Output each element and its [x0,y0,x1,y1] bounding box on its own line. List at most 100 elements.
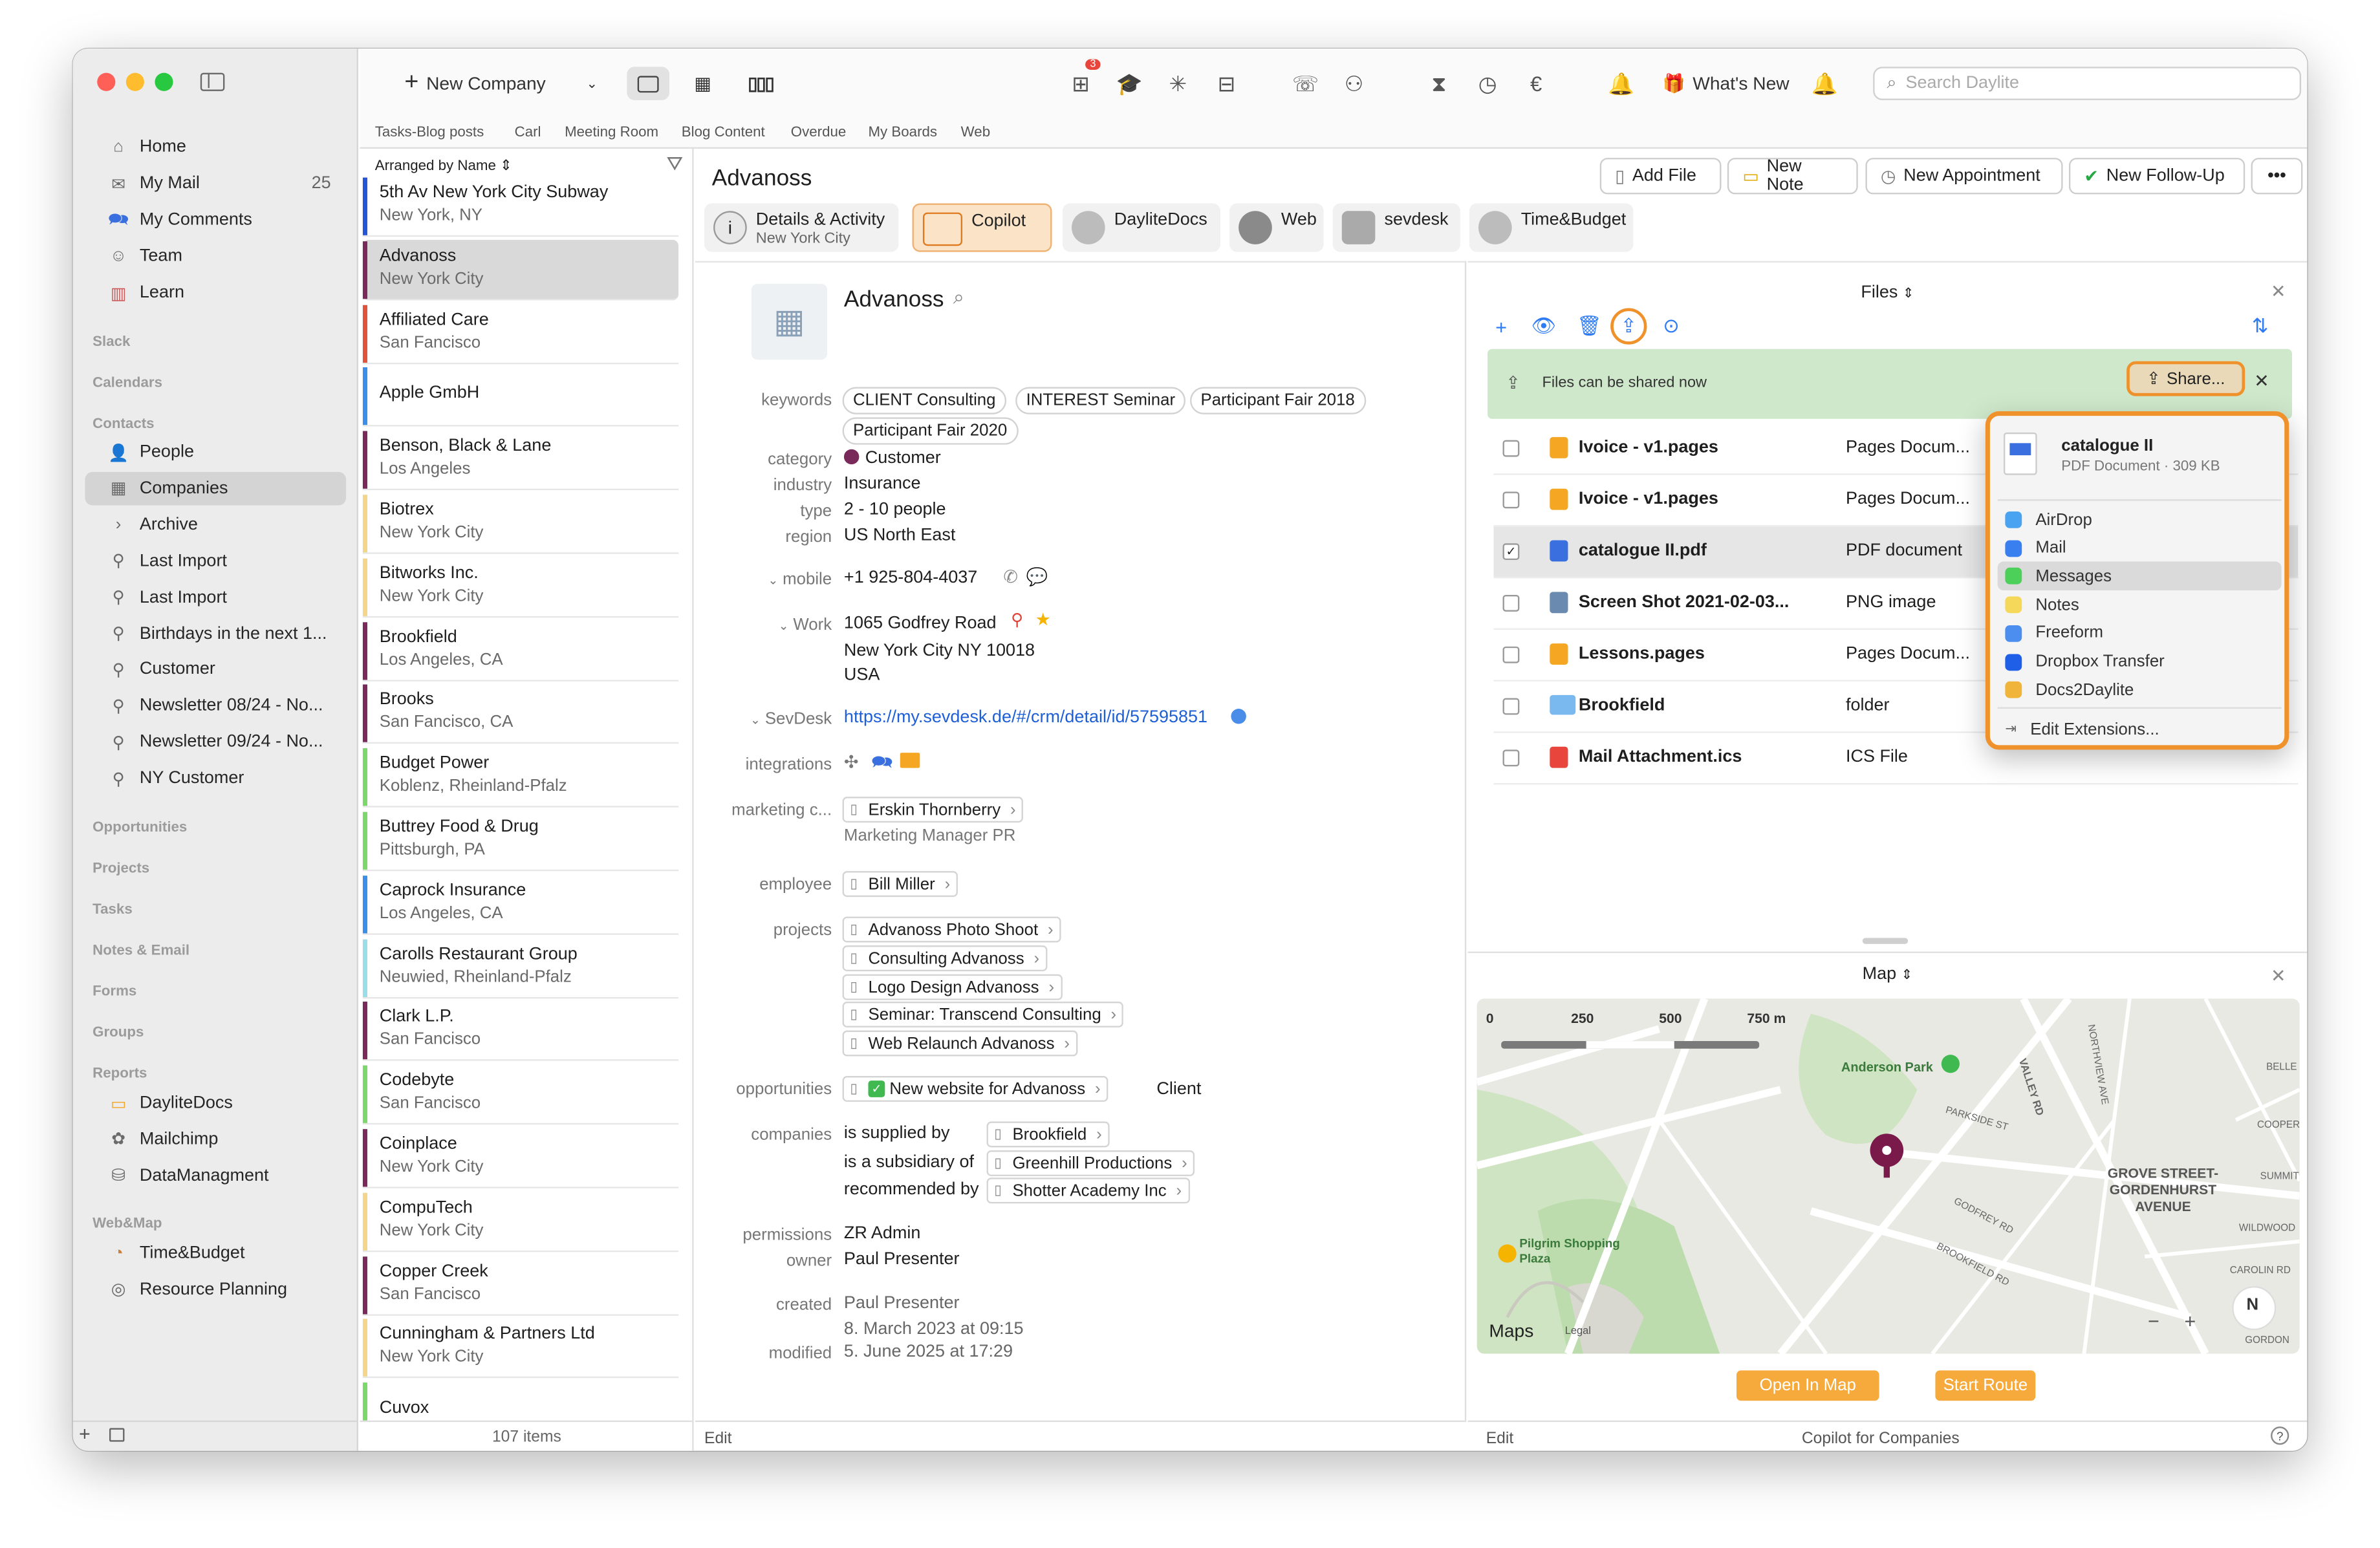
company-list-item[interactable]: Brooks San Fancisco, CA [362,683,679,744]
industry-value[interactable]: Insurance [844,475,921,493]
timer-person-icon[interactable]: ⧗ [1422,69,1456,99]
edit-button[interactable]: Edit [1486,1430,1513,1448]
start-route-button[interactable]: Start Route [1935,1370,2036,1401]
map-title[interactable]: Map ⇕ [1468,965,2308,984]
file-checkbox[interactable] [1502,595,1520,612]
close-banner-icon[interactable]: ✕ [2254,371,2269,392]
more-button[interactable]: ••• [2251,158,2303,195]
folder-icon[interactable] [900,753,920,768]
keyword-pill[interactable]: Participant Fair 2020 [842,417,1018,445]
favorite-item[interactable]: Meeting Room [565,124,658,141]
company-list-item[interactable]: Caprock Insurance Los Angeles, CA [362,874,679,935]
file-checkbox[interactable] [1502,646,1520,663]
favorite-item[interactable]: Blog Content [682,124,765,141]
edit-extensions-item[interactable]: ⇥ Edit Extensions... [1998,715,2282,744]
keyword-pill[interactable]: Participant Fair 2018 [1190,387,1366,414]
sidebar-item-my-mail[interactable]: ✉ My Mail 25 [85,167,346,200]
more-circle-icon[interactable]: ⊙ [1656,311,1687,341]
marketing-contact-chip[interactable]: Erskin Thornberry [842,797,1024,823]
slack-icon[interactable]: ✣ [844,751,859,772]
minimize-window-button[interactable] [125,72,144,91]
share-option-mail[interactable]: Mail [1998,533,2282,563]
tab-sevdesk[interactable]: sevdesk [1332,203,1460,252]
pane-divider-handle[interactable] [1862,938,1909,944]
file-checkbox[interactable]: ✓ [1502,543,1520,561]
company-list-item[interactable]: Clark L.P. San Fancisco [362,1001,679,1062]
sidebar-item-companies[interactable]: ▦ Companies [85,471,347,506]
sidebar-item-learn[interactable]: ▥ Learn [85,276,346,310]
company-list-item[interactable]: Brookfield Los Angeles, CA [362,620,679,681]
sidebar-item-resource-planning[interactable]: ◎ Resource Planning [85,1273,346,1307]
company-list-item[interactable]: Copper Creek San Fancisco [362,1254,679,1315]
section-header[interactable]: Notes & Email [92,942,189,959]
graduation-cap-icon[interactable]: 🎓 [1112,69,1146,99]
calendar-small-icon[interactable] [109,1428,125,1442]
project-chip[interactable]: Advanoss Photo Shoot [842,916,1061,943]
add-file-icon[interactable]: + [1486,311,1517,341]
section-header[interactable]: Contacts [92,416,154,433]
edit-button[interactable]: Edit [695,1420,1467,1451]
share-option-messages[interactable]: Messages [1997,562,2282,591]
section-header[interactable]: Projects [92,861,149,877]
favorite-item[interactable]: Tasks-Blog posts [375,124,484,141]
type-value[interactable]: 2 - 10 people [844,501,946,519]
tab-timebudget[interactable]: Time&Budget [1469,203,1634,252]
project-chip[interactable]: Seminar: Transcend Consulting [842,1002,1124,1027]
company-list-item[interactable]: Cunningham & Partners Ltd New York City [362,1318,679,1379]
opportunity-chip[interactable]: ✓New website for Advanoss [842,1076,1109,1102]
favorite-item[interactable]: Overdue [791,124,847,141]
address-line[interactable]: New York City NY 10018 [844,642,1035,660]
company-list-item[interactable]: Benson, Black & Lane Los Angeles [362,430,679,491]
sidebar-item-mailchimp[interactable]: ✿ Mailchimp [85,1123,346,1157]
company-list-item[interactable]: Affiliated Care San Fancisco [362,303,679,364]
company-list-item[interactable]: Buttrey Food & Drug Pittsburgh, PA [362,810,679,872]
company-list-item[interactable]: Carolls Restaurant Group Neuwied, Rheinla… [362,937,679,998]
new-company-button[interactable]: + New Company [399,67,551,100]
keyword-pill[interactable]: INTEREST Seminar [1015,387,1186,414]
share-option-airdrop[interactable]: AirDrop [1998,506,2282,535]
open-in-map-button[interactable]: Open In Map [1736,1370,1879,1401]
project-chip[interactable]: Web Relaunch Advanoss [842,1030,1077,1057]
people-icon[interactable]: ⚇ [1337,69,1371,99]
phone-icon[interactable]: ☏ [1289,69,1323,99]
sidebar-item-my-comments[interactable]: 🗪 My Comments [85,203,346,237]
files-title[interactable]: Files ⇕ [1468,284,2308,302]
sidebar-toggle-icon[interactable] [200,72,225,91]
company-list-item[interactable]: Cuvox [362,1381,678,1421]
sidebar-item-newsletter-08-24-no-[interactable]: ⚲ Newsletter 08/24 - No... [85,689,346,723]
call-icon[interactable]: ✆ [1003,566,1018,587]
employee-chip[interactable]: Bill Miller [842,871,958,898]
file-checkbox[interactable] [1502,491,1520,509]
favorite-item[interactable]: Web [961,124,990,141]
new-note-button[interactable]: ▭ New Note [1727,158,1858,195]
sidebar-item-last-import[interactable]: ⚲ Last Import [85,544,346,578]
new-follow-up-button[interactable]: ✔ New Follow-Up [2068,158,2245,195]
tab-web[interactable]: Web [1229,203,1324,252]
zoom-in-icon[interactable]: + [2184,1309,2196,1332]
address-line[interactable]: USA [844,666,880,684]
whats-new-button[interactable]: 🎁 What's New [1658,67,1794,100]
share-option-dropbox-transfer[interactable]: Dropbox Transfer [1998,647,2282,676]
close-files-icon[interactable]: ✕ [2271,281,2286,302]
layout-icon[interactable]: ⊟ [1210,69,1244,99]
message-icon[interactable]: 💬 [1026,566,1048,587]
company-list-item[interactable]: 5th Av New York City Subway New York, NY [362,176,679,237]
filter-icon[interactable]: ⛛ [667,152,684,177]
category-value[interactable]: Customer [843,449,941,468]
section-header[interactable]: Opportunities [92,819,187,836]
share-option-docs2daylite[interactable]: Docs2Daylite [1998,676,2282,705]
share-option-notes[interactable]: Notes [1998,590,2282,619]
sidebar-item-ny-customer[interactable]: ⚲ NY Customer [85,762,346,795]
project-chip[interactable]: Logo Design Advanoss [842,974,1062,1000]
favorite-item[interactable]: Carl [515,124,541,141]
company-list-item[interactable]: CompuTech New York City [362,1191,679,1252]
add-file-button[interactable]: ▯ Add File [1599,158,1722,195]
share-button[interactable]: ⇪ Share... [2126,361,2245,396]
add-icon[interactable]: + [79,1422,91,1445]
sevdesk-link[interactable]: https://my.sevdesk.de/#/crm/detail/id/57… [844,709,1207,727]
company-list-item[interactable]: Codebyte San Fancisco [362,1064,679,1125]
section-header[interactable]: Reports [92,1066,147,1082]
comments-icon[interactable]: 🗪 [871,751,893,780]
euro-icon[interactable]: € [1519,69,1553,99]
file-checkbox[interactable] [1502,749,1520,767]
